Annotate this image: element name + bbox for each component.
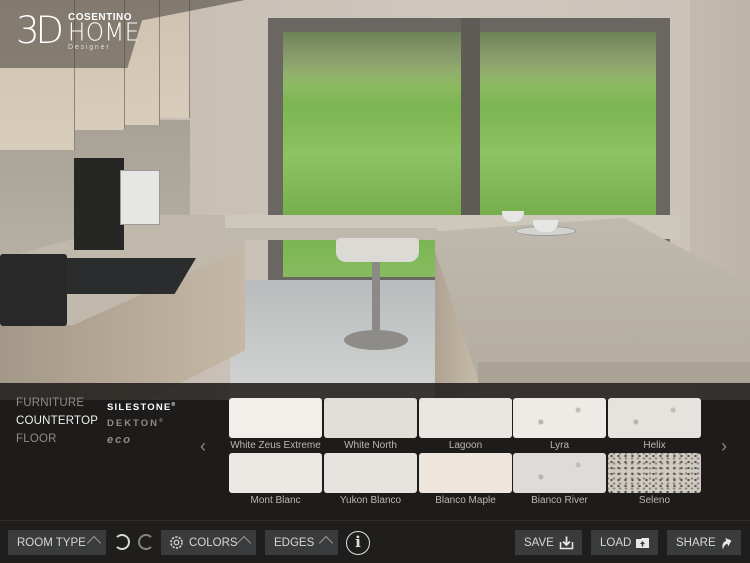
swatch-item[interactable]: Mont Blanc <box>229 453 322 509</box>
chevron-up-icon <box>318 535 334 551</box>
room-type-button[interactable]: ROOM TYPE <box>8 530 106 555</box>
swatch-image <box>513 453 606 493</box>
swatch-label: Mont Blanc <box>250 495 301 506</box>
swatch-item[interactable]: Yukon Blanco <box>324 453 417 509</box>
toaster <box>0 254 67 326</box>
swatch-label: Bianco River <box>531 495 588 506</box>
island-countertop-edge <box>478 362 750 384</box>
swatch-label: Lagoon <box>448 440 483 451</box>
bar-stool-seat <box>336 238 419 262</box>
cooktop <box>62 258 196 294</box>
palette-icon <box>170 536 183 549</box>
swatch-image <box>324 398 417 438</box>
bar-stool-post <box>372 262 380 332</box>
info-icon[interactable]: i <box>346 531 370 555</box>
load-button[interactable]: LOAD <box>591 530 658 555</box>
swatch-label: Seleno <box>638 495 671 506</box>
swatch-label: White North <box>344 440 397 451</box>
swatch-image <box>324 453 417 493</box>
swatch-image <box>229 398 322 438</box>
folder-upload-icon <box>636 538 649 548</box>
share-arrow-icon <box>722 537 732 550</box>
swatch-image <box>419 453 512 493</box>
swatch-label: Helix <box>643 440 666 451</box>
swatch-image <box>608 453 701 493</box>
category-countertop[interactable]: COUNTERTOP <box>16 415 98 427</box>
upper-cabinet <box>160 0 190 118</box>
category-furniture[interactable]: FURNITURE <box>16 397 84 409</box>
category-floor[interactable]: FLOOR <box>16 433 57 445</box>
swatch-label: Blanco Maple <box>435 495 496 506</box>
swatch-item[interactable]: Lyra <box>513 398 606 454</box>
edges-button[interactable]: EDGES <box>265 530 338 555</box>
swatch-item[interactable]: Helix <box>608 398 701 454</box>
coffee-machine <box>74 158 124 250</box>
save-button[interactable]: SAVE <box>515 530 582 555</box>
share-button[interactable]: SHARE <box>667 530 741 555</box>
swatch-item[interactable]: Blanco Maple <box>419 453 512 509</box>
colors-button[interactable]: COLORS <box>161 530 256 555</box>
swatch-label: Yukon Blanco <box>339 495 402 506</box>
swatch-label: White Zeus Extreme <box>230 440 321 451</box>
swatch-label: Lyra <box>549 440 570 451</box>
swatches-next-arrow-icon[interactable]: › <box>721 436 727 457</box>
brand-dekton[interactable]: DEKTON® <box>107 418 165 429</box>
redo-icon[interactable] <box>138 534 154 550</box>
swatch-item[interactable]: Lagoon <box>419 398 512 454</box>
swatch-image <box>608 398 701 438</box>
logo-3d-mark: 3D <box>16 9 64 52</box>
swatch-image <box>513 398 606 438</box>
brand-eco[interactable]: eco <box>107 434 132 446</box>
swatches-prev-arrow-icon[interactable]: ‹ <box>200 436 206 457</box>
swatch-image <box>229 453 322 493</box>
swatch-item[interactable]: Bianco River <box>513 453 606 509</box>
swatch-item[interactable]: White Zeus Extreme <box>229 398 322 454</box>
coffee-machine-tank <box>120 170 160 225</box>
swatch-item[interactable]: Seleno <box>608 453 701 509</box>
app-logo: 3D COSENTINO HOME Designer <box>16 12 140 53</box>
brand-silestone[interactable]: SILESTONE® <box>107 402 176 413</box>
logo-product: HOME <box>68 18 140 48</box>
bar-stool-base <box>344 330 408 350</box>
swatch-image <box>419 398 512 438</box>
chevron-up-icon <box>236 535 252 551</box>
download-icon <box>559 536 574 550</box>
undo-icon[interactable] <box>114 534 130 550</box>
swatch-item[interactable]: White North <box>324 398 417 454</box>
chevron-up-icon <box>86 535 102 551</box>
